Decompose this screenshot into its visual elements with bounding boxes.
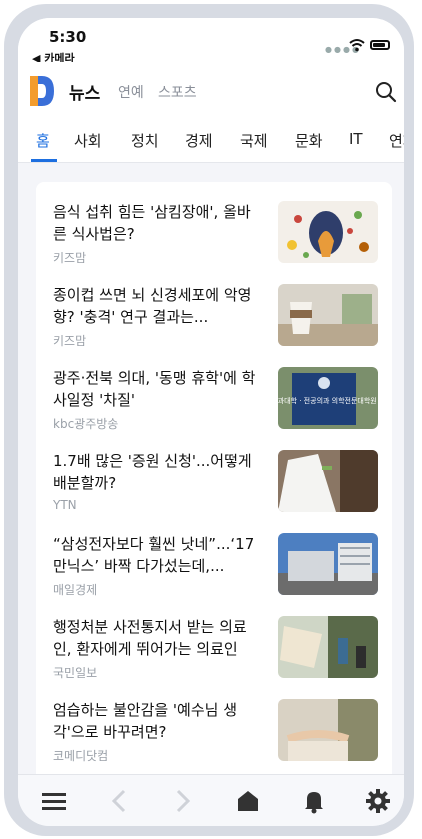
wifi-icon <box>349 39 365 52</box>
news-item[interactable]: 1.7배 많은 '증원 신청'...어떻게 배분할까? YTN <box>53 450 378 516</box>
active-tab-indicator <box>31 159 57 162</box>
gear-icon[interactable] <box>364 787 392 815</box>
tab-politics[interactable]: 정치 <box>131 130 159 151</box>
menu-icon[interactable] <box>40 787 68 815</box>
forward-arrow-icon[interactable] <box>168 787 196 815</box>
news-list-card: 음식 섭취 힘든 '삼킴장애', 올바른 식사법은? 키즈맘 종이컵 쓰면 뇌 … <box>36 182 392 782</box>
news-thumbnail[interactable] <box>278 450 378 512</box>
news-thumbnail[interactable] <box>278 533 378 595</box>
tab-it[interactable]: IT <box>349 130 363 148</box>
news-item[interactable]: 음식 섭취 힘든 '삼킴장애', 올바른 식사법은? 키즈맘 <box>53 201 378 267</box>
tab-sports[interactable]: 스포츠 <box>158 82 197 102</box>
tab-economy[interactable]: 경제 <box>185 130 213 151</box>
status-bar: 5:30 ◀ 카메라 ●●●● <box>18 18 404 65</box>
news-item[interactable]: 행정처분 사전통지서 받는 의료인, 환자에게 뛰어가는 의료인 국민일보 <box>53 616 378 682</box>
news-source: 코메디닷컴 <box>53 749 109 763</box>
battery-icon <box>370 40 390 50</box>
news-thumbnail[interactable]: 의과대학 · 전공의과 의학전문대학원 <box>278 367 378 429</box>
news-thumbnail[interactable] <box>278 699 378 761</box>
tab-entertainment[interactable]: 연예 <box>118 82 144 102</box>
home-icon[interactable] <box>234 787 262 815</box>
search-icon[interactable] <box>375 81 397 103</box>
news-source: kbc광주방송 <box>53 417 119 431</box>
app-header: 뉴스 연예 스포츠 <box>18 62 404 118</box>
news-source: 키즈맘 <box>53 251 87 265</box>
news-item[interactable]: 엄습하는 불안감을 '예수님 생각'으로 바꾸려면? 코메디닷컴 <box>53 699 378 765</box>
tab-international[interactable]: 국제 <box>240 130 268 151</box>
category-tabs: 홈 사회 정치 경제 국제 문화 IT 연재 <box>18 118 404 163</box>
tab-news[interactable]: 뉴스 <box>69 79 100 104</box>
tab-home[interactable]: 홈 <box>36 130 50 151</box>
news-source: YTN <box>53 498 77 512</box>
news-thumbnail[interactable] <box>278 201 378 263</box>
news-title[interactable]: 행정처분 사전통지서 받는 의료인, 환자에게 뛰어가는 의료인 <box>53 616 261 660</box>
bell-icon[interactable] <box>300 787 328 815</box>
device-frame: 5:30 ◀ 카메라 ●●●● 뉴스 연예 스포츠 홈 사회 정치 경제 국제 … <box>0 0 422 839</box>
news-title[interactable]: 종이컵 쓰면 뇌 신경세포에 악영향? '충격' 연구 결과는... <box>53 284 261 328</box>
news-item[interactable]: 종이컵 쓰면 뇌 신경세포에 악영향? '충격' 연구 결과는... 키즈맘 <box>53 284 378 350</box>
news-title[interactable]: 엄습하는 불안감을 '예수님 생각'으로 바꾸려면? <box>53 699 261 743</box>
tab-culture[interactable]: 문화 <box>295 130 323 151</box>
news-source: 키즈맘 <box>53 334 87 348</box>
news-title[interactable]: 1.7배 많은 '증원 신청'...어떻게 배분할까? <box>53 450 261 494</box>
news-title[interactable]: 음식 섭취 힘든 '삼킴장애', 올바른 식사법은? <box>53 201 261 245</box>
bottom-toolbar <box>18 774 404 826</box>
news-title[interactable]: “삼성전자보다 훨씬 낫네”...‘17만닉스’ 바짝 다가섰는데,... <box>53 533 261 577</box>
news-thumbnail[interactable] <box>278 616 378 678</box>
screen: 5:30 ◀ 카메라 ●●●● 뉴스 연예 스포츠 홈 사회 정치 경제 국제 … <box>18 18 404 826</box>
tab-series[interactable]: 연재 <box>389 130 404 151</box>
news-title[interactable]: 광주·전북 의대, '동맹 휴학'에 학사일정 '차질' <box>53 367 261 411</box>
status-time: 5:30 <box>49 28 87 46</box>
news-source: 매일경제 <box>53 583 98 597</box>
daum-logo-icon[interactable] <box>30 76 54 106</box>
news-thumbnail[interactable] <box>278 284 378 346</box>
news-source: 국민일보 <box>53 666 98 680</box>
tab-society[interactable]: 사회 <box>74 130 102 151</box>
thumb-sign-text: 의과대학 · 전공의과 의학전문대학원 <box>278 396 377 405</box>
phone-bezel: 5:30 ◀ 카메라 ●●●● 뉴스 연예 스포츠 홈 사회 정치 경제 국제 … <box>4 4 414 836</box>
back-arrow-icon[interactable] <box>106 787 134 815</box>
news-item[interactable]: 광주·전북 의대, '동맹 휴학'에 학사일정 '차질' kbc광주방송 의과대… <box>53 367 378 433</box>
news-item[interactable]: “삼성전자보다 훨씬 낫네”...‘17만닉스’ 바짝 다가섰는데,... 매일… <box>53 533 378 599</box>
